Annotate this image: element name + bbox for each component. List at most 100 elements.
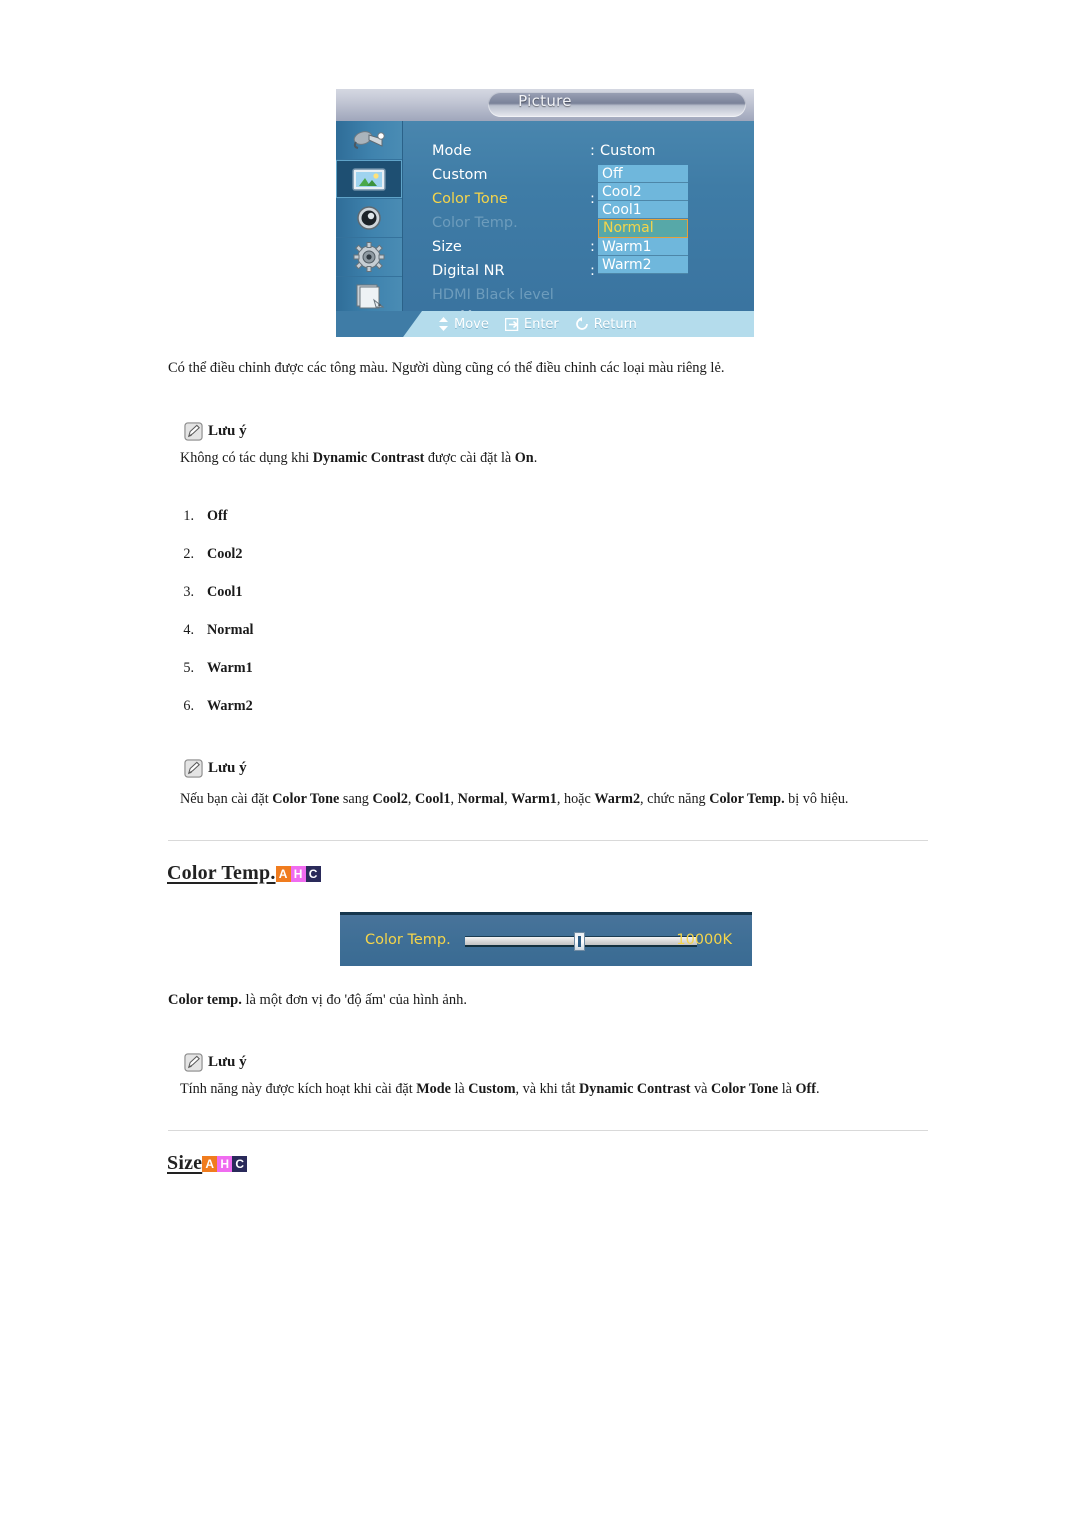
badge-c-icon: C bbox=[232, 1156, 248, 1172]
osd-row-digital-nr[interactable]: Digital NR bbox=[432, 261, 505, 281]
osd-dropdown-item-warm1[interactable]: Warm1 bbox=[598, 238, 688, 256]
osd-dropdown-item-warm2[interactable]: Warm2 bbox=[598, 256, 688, 274]
note1-part-2: được cài đặt là bbox=[424, 450, 515, 466]
note2-part-2: sang bbox=[339, 791, 373, 807]
note2-part-4: , bbox=[407, 791, 416, 807]
osd-row-hdmi-black-level: HDMI Black level bbox=[432, 287, 554, 303]
note-pencil-icon bbox=[184, 422, 203, 441]
osd-sidebar-item-picture[interactable] bbox=[336, 160, 402, 199]
list-item-label: Cool1 bbox=[207, 584, 243, 600]
osd-hint-move: Move bbox=[438, 317, 489, 332]
osd-dropdown-item-cool1[interactable]: Cool1 bbox=[598, 201, 688, 219]
picture-icon bbox=[352, 168, 386, 191]
heading-color-temp-badges: A H C bbox=[275, 866, 321, 882]
osd-picture-menu: Picture Mode: Custom Custom Color Tone … bbox=[336, 89, 754, 337]
osd-dropdown-item-cool2[interactable]: Cool2 bbox=[598, 183, 688, 201]
color-temp-slider[interactable] bbox=[465, 932, 697, 951]
note1-part-0: Không có tác dụng khi bbox=[180, 450, 313, 466]
osd-title: Picture bbox=[518, 92, 572, 110]
badge-h-icon: H bbox=[217, 1156, 233, 1172]
list-item-number: 1. bbox=[183, 508, 194, 524]
list-item: 1. Off bbox=[168, 508, 254, 546]
note2-part-14: bị vô hiệu. bbox=[784, 791, 849, 807]
updown-arrow-icon bbox=[439, 317, 448, 331]
osd-hint-enter-label: Enter bbox=[523, 316, 559, 332]
osd-hint-move-label: Move bbox=[454, 316, 489, 332]
note2-part-0: Nếu bạn cài đặt bbox=[180, 791, 273, 807]
note-body-3: Tính năng này được kích hoạt khi cài đặt… bbox=[180, 1081, 820, 1098]
list-item-number: 6. bbox=[183, 698, 194, 714]
color-temp-paragraph-part-0: Color temp. bbox=[168, 992, 242, 1008]
note3-part-7: Color Tone bbox=[711, 1081, 779, 1097]
osd-dropdown-item-off[interactable]: Off bbox=[598, 165, 688, 183]
note-title-1: Lưu ý bbox=[208, 423, 247, 439]
osd-sidebar-item-input[interactable] bbox=[336, 121, 402, 160]
slider-value: 10000K bbox=[676, 932, 732, 948]
osd-bottom-hint-bar: Move Enter Return bbox=[336, 311, 754, 337]
list-item: 6. Warm2 bbox=[168, 698, 254, 736]
osd-hint-return-label: Return bbox=[593, 316, 637, 332]
note-body-2: Nếu bạn cài đặt Color Tone sang Cool2, C… bbox=[180, 791, 848, 808]
note3-part-3: Custom bbox=[468, 1081, 516, 1097]
note3-part-10: . bbox=[816, 1081, 820, 1097]
note3-part-2: là bbox=[450, 1081, 469, 1097]
list-item-label: Normal bbox=[207, 622, 254, 638]
list-item-label: Warm1 bbox=[207, 660, 253, 676]
osd-sidebar-item-setup[interactable] bbox=[336, 238, 402, 277]
sound-speaker-icon bbox=[357, 206, 381, 230]
note-pencil-icon bbox=[184, 759, 203, 778]
list-item-label: Off bbox=[207, 508, 228, 524]
osd-colon-color-tone: : bbox=[590, 191, 595, 207]
heading-size-badges: A H C bbox=[202, 1156, 248, 1172]
heading-size-text: Size bbox=[167, 1152, 203, 1174]
osd-row-mode[interactable]: Mode bbox=[432, 141, 472, 161]
section-divider-1 bbox=[168, 840, 928, 841]
note1-part-3: On bbox=[514, 450, 534, 466]
note2-part-1: Color Tone bbox=[272, 791, 340, 807]
note2-part-12: , chức năng bbox=[640, 791, 710, 807]
osd-dropdown-item-normal[interactable]: Normal bbox=[598, 219, 688, 238]
list-item-label: Cool2 bbox=[207, 546, 243, 562]
heading-size: Size A H C bbox=[167, 1152, 248, 1174]
badge-a-icon: A bbox=[202, 1156, 218, 1172]
list-item: 4. Normal bbox=[168, 622, 254, 660]
note-header-2: Lưu ý bbox=[184, 759, 247, 778]
osd-color-temp-slider-widget: Color Temp. 10000K bbox=[340, 912, 752, 966]
osd-row-size[interactable]: Size bbox=[432, 237, 462, 257]
osd-row-color-temp: Color Temp. bbox=[432, 215, 518, 231]
note3-part-8: là bbox=[778, 1081, 796, 1097]
note1-part-4: . bbox=[533, 450, 538, 466]
osd-colon-size: : bbox=[590, 239, 595, 255]
osd-body: Mode : Custom Custom Color Tone : Color … bbox=[336, 121, 754, 325]
badge-c-icon: C bbox=[305, 866, 321, 882]
note-body-1: Không có tác dụng khi Dynamic Contrast đ… bbox=[180, 450, 537, 467]
osd-bottom-notch bbox=[336, 311, 422, 337]
note2-part-7: Normal bbox=[457, 791, 505, 807]
osd-row-custom[interactable]: Custom bbox=[432, 165, 488, 185]
note2-part-13: Color Temp. bbox=[709, 791, 785, 807]
return-arrow-icon bbox=[575, 317, 588, 330]
osd-menu-items: Mode : Custom Custom Color Tone : Color … bbox=[402, 121, 754, 325]
heading-color-temp: Color Temp. A H C bbox=[167, 862, 321, 884]
osd-sidebar-item-sound[interactable] bbox=[336, 199, 402, 238]
note3-part-1: Mode bbox=[416, 1081, 451, 1097]
note3-part-9: Off bbox=[795, 1081, 817, 1097]
osd-hint-enter: Enter bbox=[504, 316, 559, 332]
list-item: 5. Warm1 bbox=[168, 660, 254, 698]
note2-part-3: Cool2 bbox=[372, 791, 408, 807]
note1-part-1: Dynamic Contrast bbox=[312, 450, 425, 466]
list-item: 3. Cool1 bbox=[168, 584, 254, 622]
badge-a-icon: A bbox=[275, 866, 291, 882]
color-tone-options-list: 1. Off 2. Cool2 3. Cool1 4. Normal 5. Warm1 6… bbox=[168, 508, 254, 736]
document-page: Picture Mode: Custom Custom Color Tone … bbox=[0, 0, 1080, 1527]
note2-part-9: Warm1 bbox=[511, 791, 557, 807]
osd-color-tone-dropdown[interactable]: Off Cool2 Cool1 Normal Warm1 Warm2 bbox=[598, 165, 688, 274]
slider-handle[interactable] bbox=[574, 932, 586, 951]
note3-part-4: , và khi tắt bbox=[515, 1081, 579, 1097]
note2-part-10: , hoặc bbox=[556, 791, 595, 807]
list-item-number: 4. bbox=[183, 622, 194, 638]
note2-part-6: , bbox=[450, 791, 458, 807]
osd-row-color-tone[interactable]: Color Tone bbox=[432, 189, 508, 209]
slider-label: Color Temp. bbox=[365, 932, 451, 948]
note-title-3: Lưu ý bbox=[208, 1054, 247, 1070]
